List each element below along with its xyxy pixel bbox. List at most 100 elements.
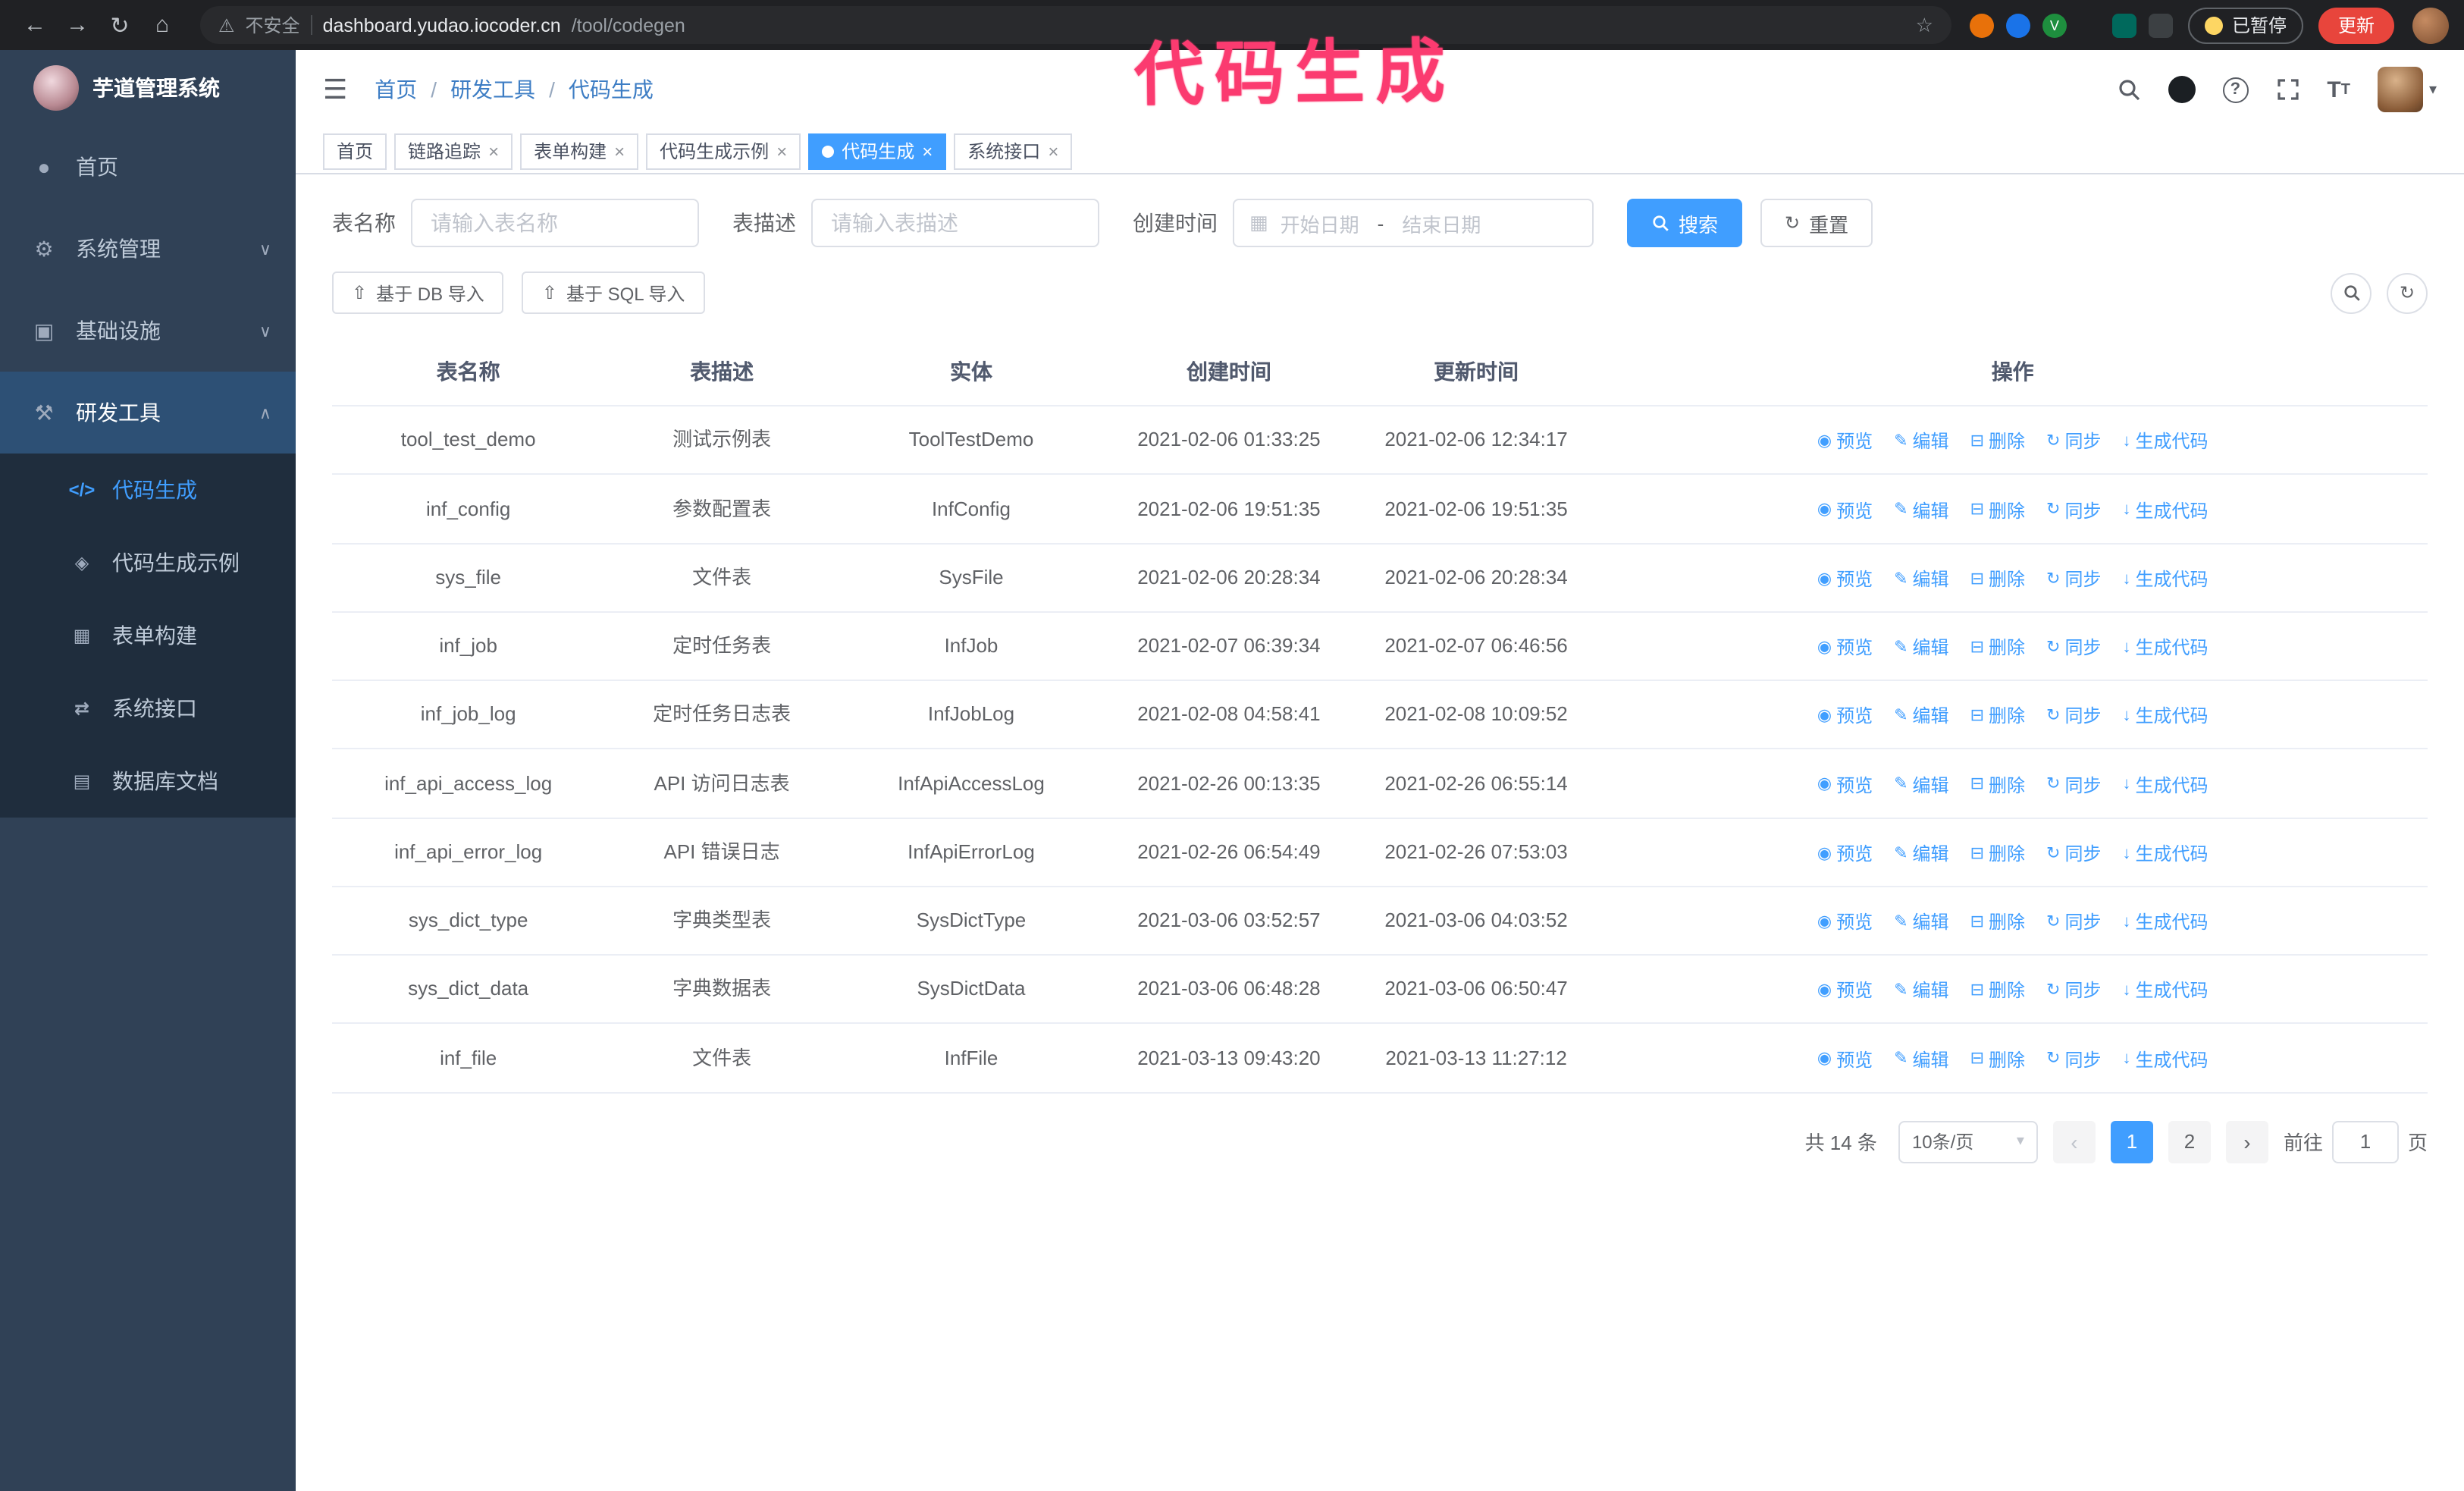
fullscreen-icon[interactable]	[2275, 77, 2299, 102]
refresh-table-button[interactable]: ↻	[2387, 272, 2428, 313]
tab-表单构建[interactable]: 表单构建 ×	[520, 133, 639, 169]
sync-link[interactable]: ↻ 同步	[2046, 634, 2101, 661]
edit-link[interactable]: ✎ 编辑	[1894, 978, 1948, 1005]
edit-link[interactable]: ✎ 编辑	[1894, 771, 1948, 799]
sync-link[interactable]: ↻ 同步	[2046, 703, 2101, 730]
sync-link[interactable]: ↻ 同步	[2046, 428, 2101, 456]
edit-link[interactable]: ✎ 编辑	[1894, 703, 1948, 730]
sidebar-item-db-doc[interactable]: ▤ 数据库文档	[0, 745, 296, 818]
update-button[interactable]: 更新	[2318, 7, 2394, 43]
generate-code-link[interactable]: ↓ 生成代码	[2123, 771, 2209, 799]
tab-close-icon[interactable]: ×	[922, 142, 933, 160]
delete-link[interactable]: ⊟ 删除	[1970, 566, 2025, 593]
date-range-picker[interactable]: ▦ 开始日期 - 结束日期	[1233, 199, 1594, 247]
preview-link[interactable]: ◉ 预览	[1817, 497, 1873, 524]
tab-close-icon[interactable]: ×	[488, 142, 499, 160]
preview-link[interactable]: ◉ 预览	[1817, 703, 1873, 730]
edit-link[interactable]: ✎ 编辑	[1894, 840, 1948, 868]
generate-code-link[interactable]: ↓ 生成代码	[2123, 566, 2209, 593]
sidebar-item-devtools[interactable]: ⚒ 研发工具 ∧	[0, 372, 296, 454]
tab-close-icon[interactable]: ×	[614, 142, 625, 160]
sidebar-item-system[interactable]: ⚙ 系统管理 ∨	[0, 208, 296, 290]
search-icon[interactable]	[2116, 77, 2140, 102]
delete-link[interactable]: ⊟ 删除	[1970, 703, 2025, 730]
edit-link[interactable]: ✎ 编辑	[1894, 566, 1948, 593]
sidebar-item-home[interactable]: ● 首页	[0, 126, 296, 208]
delete-link[interactable]: ⊟ 删除	[1970, 497, 2025, 524]
delete-link[interactable]: ⊟ 删除	[1970, 1046, 2025, 1073]
generate-code-link[interactable]: ↓ 生成代码	[2123, 840, 2209, 868]
bookmark-star-icon[interactable]: ☆	[1916, 13, 1933, 37]
preview-link[interactable]: ◉ 预览	[1817, 634, 1873, 661]
edit-link[interactable]: ✎ 编辑	[1894, 428, 1948, 456]
delete-link[interactable]: ⊟ 删除	[1970, 634, 2025, 661]
ext-blue-drop-icon[interactable]	[2005, 13, 2030, 37]
sync-link[interactable]: ↻ 同步	[2046, 497, 2101, 524]
ext-grid-icon[interactable]	[2079, 14, 2100, 36]
browser-avatar[interactable]	[2412, 7, 2449, 43]
search-button[interactable]: 搜索	[1627, 199, 1743, 247]
table-name-input[interactable]	[411, 199, 699, 247]
delete-link[interactable]: ⊟ 删除	[1970, 428, 2025, 456]
tab-close-icon[interactable]: ×	[1048, 142, 1058, 160]
tab-链路追踪[interactable]: 链路追踪 ×	[394, 133, 513, 169]
next-page-button[interactable]: ›	[2225, 1120, 2268, 1163]
hamburger-icon[interactable]: ☰	[323, 74, 347, 105]
generate-code-link[interactable]: ↓ 生成代码	[2123, 497, 2209, 524]
sidebar-item-infra[interactable]: ▣ 基础设施 ∨	[0, 290, 296, 372]
edit-link[interactable]: ✎ 编辑	[1894, 634, 1948, 661]
reload-icon[interactable]: ↻	[100, 11, 140, 39]
generate-code-link[interactable]: ↓ 生成代码	[2123, 634, 2209, 661]
preview-link[interactable]: ◉ 预览	[1817, 428, 1873, 456]
address-bar[interactable]: ⚠ 不安全 dashboard.yudao.iocoder.cn/tool/co…	[200, 6, 1951, 44]
breadcrumb-home[interactable]: 首页	[375, 74, 417, 105]
ext-puzzle-icon[interactable]	[2148, 13, 2173, 37]
ext-teal-icon[interactable]	[2111, 13, 2136, 37]
generate-code-link[interactable]: ↓ 生成代码	[2123, 978, 2209, 1005]
sync-link[interactable]: ↻ 同步	[2046, 909, 2101, 936]
page-size-select[interactable]: 10条/页 ▾	[1898, 1120, 2038, 1163]
edit-link[interactable]: ✎ 编辑	[1894, 497, 1948, 524]
page-button-1[interactable]: 1	[2110, 1120, 2153, 1163]
prev-page-button[interactable]: ‹	[2052, 1120, 2096, 1163]
edit-link[interactable]: ✎ 编辑	[1894, 909, 1948, 936]
preview-link[interactable]: ◉ 预览	[1817, 771, 1873, 799]
help-icon[interactable]: ?	[2222, 77, 2249, 102]
delete-link[interactable]: ⊟ 删除	[1970, 978, 2025, 1005]
ext-orange-icon[interactable]	[1969, 13, 1994, 37]
delete-link[interactable]: ⊟ 删除	[1970, 840, 2025, 868]
tab-首页[interactable]: 首页	[323, 133, 387, 169]
sidebar-item-codegen[interactable]: </> 代码生成	[0, 454, 296, 526]
generate-code-link[interactable]: ↓ 生成代码	[2123, 909, 2209, 936]
tab-系统接口[interactable]: 系统接口 ×	[954, 133, 1073, 169]
goto-page-input[interactable]	[2331, 1120, 2399, 1163]
preview-link[interactable]: ◉ 预览	[1817, 978, 1873, 1005]
edit-link[interactable]: ✎ 编辑	[1894, 1046, 1948, 1073]
home-icon[interactable]: ⌂	[143, 12, 182, 38]
sync-link[interactable]: ↻ 同步	[2046, 840, 2101, 868]
github-icon[interactable]	[2168, 76, 2196, 103]
forward-icon[interactable]: →	[58, 12, 97, 38]
reset-button[interactable]: ↻ 重置	[1760, 199, 1873, 247]
font-size-icon[interactable]: TT	[2327, 77, 2350, 102]
preview-link[interactable]: ◉ 预览	[1817, 566, 1873, 593]
generate-code-link[interactable]: ↓ 生成代码	[2123, 1046, 2209, 1073]
delete-link[interactable]: ⊟ 删除	[1970, 771, 2025, 799]
preview-link[interactable]: ◉ 预览	[1817, 1046, 1873, 1073]
page-button-2[interactable]: 2	[2168, 1120, 2211, 1163]
start-date-placeholder[interactable]: 开始日期	[1281, 209, 1359, 237]
preview-link[interactable]: ◉ 预览	[1817, 909, 1873, 936]
import-sql-button[interactable]: ⇧ 基于 SQL 导入	[522, 272, 705, 314]
end-date-placeholder[interactable]: 结束日期	[1402, 209, 1481, 237]
tab-代码生成[interactable]: 代码生成 ×	[808, 133, 947, 169]
breadcrumb-devtools[interactable]: 研发工具	[450, 74, 535, 105]
sync-link[interactable]: ↻ 同步	[2046, 566, 2101, 593]
tab-代码生成示例[interactable]: 代码生成示例 ×	[646, 133, 801, 169]
toggle-search-button[interactable]	[2331, 272, 2372, 313]
sync-link[interactable]: ↻ 同步	[2046, 978, 2101, 1005]
sidebar-item-form-builder[interactable]: ▦ 表单构建	[0, 599, 296, 672]
sidebar-item-codegen-example[interactable]: ◈ 代码生成示例	[0, 526, 296, 599]
import-db-button[interactable]: ⇧ 基于 DB 导入	[332, 272, 504, 314]
generate-code-link[interactable]: ↓ 生成代码	[2123, 428, 2209, 456]
tab-close-icon[interactable]: ×	[776, 142, 787, 160]
